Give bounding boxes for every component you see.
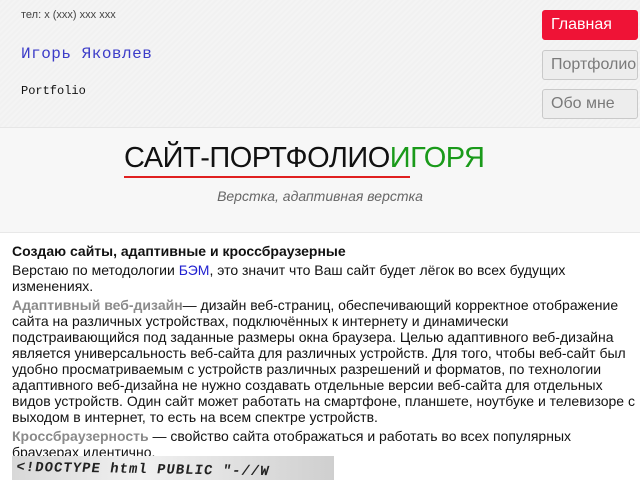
- bem-link[interactable]: БЭМ: [179, 262, 210, 278]
- adaptive-text: — дизайн веб-страниц, обеспечивающий кор…: [12, 297, 635, 425]
- nav-about-button[interactable]: Обо мне: [542, 89, 638, 119]
- hero-title-part2: ИГОРЯ: [389, 142, 485, 174]
- author-name[interactable]: Игорь Яковлев: [21, 45, 152, 63]
- intro-paragraph: Верстаю по методологии БЭМ, это значит ч…: [12, 262, 638, 294]
- phone-number: тел: x (xxx) xxx xxx: [21, 9, 116, 21]
- crossbrowser-term: Кроссбраузерность: [12, 428, 149, 444]
- adaptive-paragraph: Адаптивный веб-дизайн— дизайн веб-страни…: [12, 297, 638, 425]
- hero-section: САЙТ-ПОРТФОЛИОИГОРЯ Верстка, адаптивная …: [0, 128, 640, 233]
- intro-text-before: Верстаю по методологии: [12, 262, 179, 278]
- nav-portfolio-button[interactable]: Портфолио: [542, 50, 638, 80]
- site-header: тел: x (xxx) xxx xxx Игорь Яковлев Portf…: [0, 0, 640, 128]
- hero-title: САЙТ-ПОРТФОЛИОИГОРЯ: [124, 142, 485, 175]
- content-heading: Создаю сайты, адаптивные и кроссбраузерн…: [12, 243, 346, 259]
- portfolio-label: Portfolio: [21, 84, 86, 98]
- hero-title-part1: САЙТ-ПОРТФОЛИО: [124, 142, 390, 174]
- hero-underline: [124, 176, 410, 178]
- code-image-text: <!DOCTYPE html PUBLIC "-//W: [15, 459, 271, 480]
- code-image: <!DOCTYPE html PUBLIC "-//W: [12, 456, 334, 480]
- main-content: Создаю сайты, адаптивные и кроссбраузерн…: [12, 243, 638, 463]
- nav-home-button[interactable]: Главная: [542, 10, 638, 40]
- hero-subtitle: Верстка, адаптивная верстка: [217, 188, 423, 204]
- adaptive-term: Адаптивный веб-дизайн: [12, 297, 183, 313]
